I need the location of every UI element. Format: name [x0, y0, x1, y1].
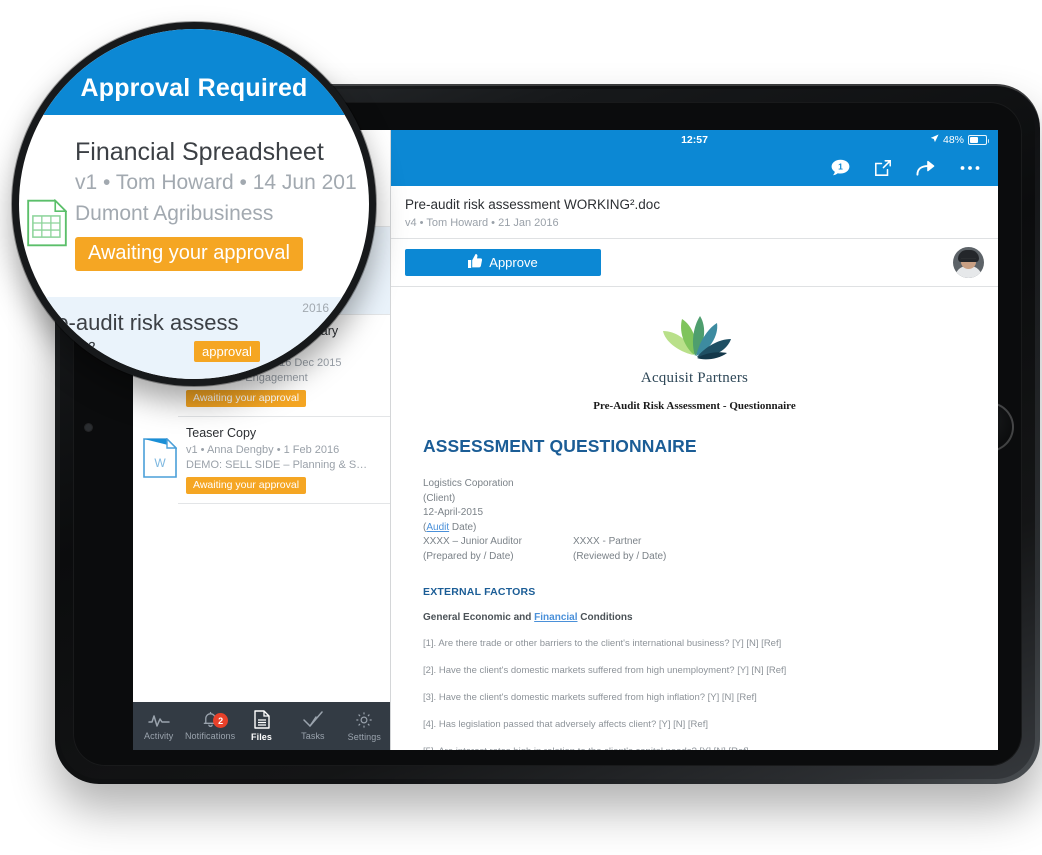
tab-label: Tasks	[301, 731, 325, 741]
magnified-file-name: Financial Spreadsheet	[75, 138, 324, 166]
magnified-next-date: 2016	[302, 301, 329, 315]
activity-pulse-icon	[147, 712, 170, 728]
list-item-meta: Teaser Copy v1 • Anna Dengby • 1 Feb 201…	[186, 426, 378, 494]
avatar[interactable]	[953, 247, 984, 278]
excel-file-icon	[27, 198, 68, 247]
client-line: Logistics Coporation	[423, 478, 514, 489]
approval-required-label: Approval Required	[80, 74, 308, 102]
status-badge: Awaiting your approval	[186, 477, 307, 494]
status-right: 48%	[930, 134, 989, 146]
list-item[interactable]: W Teaser Copy v1 • Anna Dengby • 1 Feb 2…	[133, 416, 390, 503]
approval-required-header: Approval Required	[19, 29, 369, 115]
audit-link[interactable]: Audit	[426, 522, 449, 533]
magnified-file-meta: v1 • Tom Howard • 14 Jun 201	[75, 171, 357, 194]
tab-label: Notifications	[184, 731, 236, 741]
signer-row: (Prepared by / Date) (Reviewed by / Date…	[423, 550, 966, 565]
company-name: Acquisit Partners	[640, 370, 749, 386]
scene: Risk Assessment Summary Findings v3 • To…	[0, 0, 1042, 855]
client-block: Logistics Coporation (Client) 12-April-2…	[423, 477, 966, 564]
document-meta: v4 • Tom Howard • 21 Jan 2016	[405, 217, 559, 229]
approval-bar: Approve	[391, 239, 998, 287]
tab-label: Files	[251, 732, 273, 742]
thumbs-up-icon	[468, 254, 483, 271]
file-version-meta: v1 • Anna Dengby • 1 Feb 2016	[186, 444, 340, 456]
question-item: [4]. Has legislation passed that adverse…	[423, 719, 708, 730]
section-heading: EXTERNAL FACTORS	[423, 586, 536, 598]
client-line: (Client)	[423, 492, 456, 504]
sidebar-item-activity[interactable]: Activity	[133, 712, 184, 741]
share-icon[interactable]	[916, 159, 936, 177]
file-name: Teaser Copy	[186, 426, 257, 440]
subsection-heading: General Economic and Financial Condition…	[423, 612, 633, 623]
sidebar-item-notifications[interactable]: 2 Notifications	[184, 711, 235, 741]
battery-percent-label: 48%	[942, 134, 964, 146]
company-logo: Acquisit Partners	[423, 305, 966, 387]
open-external-icon[interactable]	[874, 159, 892, 177]
financial-link[interactable]: Financial	[534, 612, 577, 623]
question-item: [1]. Are there trade or other barriers t…	[423, 638, 782, 649]
signer-right: (Reviewed by / Date)	[573, 550, 667, 562]
magnified-status-badge: Awaiting your approval	[75, 237, 303, 271]
magnified-next-item[interactable]: 2016 re-audit risk assess ING² approval	[19, 297, 369, 379]
magnified-file-project: Dumont Agribusiness	[75, 202, 274, 225]
signer-left: XXXX – Junior Auditor	[423, 536, 522, 547]
status-badge: Awaiting your approval	[186, 390, 307, 407]
file-icon	[253, 710, 270, 729]
front-camera	[85, 424, 92, 431]
battery-icon	[968, 135, 989, 145]
check-icon	[303, 711, 323, 728]
magnifier-callout: Approval Required Financial Spreadsheet …	[12, 22, 376, 386]
approve-button-label: Approve	[489, 255, 538, 270]
word-file-icon: W	[143, 438, 177, 478]
approve-button[interactable]: Approve	[405, 249, 601, 276]
client-line: 12-April-2015	[423, 507, 484, 518]
sidebar-item-files[interactable]: Files	[236, 710, 287, 742]
document-subtitle: Pre-Audit Risk Assessment - Questionnair…	[593, 400, 796, 412]
audit-date-line: (Audit Date)	[423, 521, 477, 533]
magnified-file-item[interactable]: Financial Spreadsheet v1 • Tom Howard • …	[19, 115, 369, 271]
question-item: [5]. Are interest rates high in relation…	[423, 745, 966, 750]
tab-label: Settings	[347, 731, 381, 742]
document-page: Acquisit Partners Pre-Audit Risk Assessm…	[391, 305, 998, 750]
svg-text:1: 1	[838, 162, 843, 172]
gear-icon	[355, 711, 373, 729]
list-divider	[178, 503, 390, 504]
sidebar-item-tasks[interactable]: Tasks	[287, 711, 338, 741]
sidebar-item-settings[interactable]: Settings	[339, 711, 390, 742]
question-item: [2]. Have the client's domestic markets …	[423, 665, 787, 676]
document-header: Pre-audit risk assessment WORKING².doc v…	[391, 186, 998, 239]
file-project: DEMO: SELL SIDE – Planning & S…	[186, 459, 368, 471]
signer-left: (Prepared by / Date)	[423, 550, 514, 562]
bottom-tab-bar: Activity 2 Notifications Files Tasks Set…	[133, 702, 390, 750]
document-heading: ASSESSMENT QUESTIONNAIRE	[423, 436, 697, 456]
signer-row: XXXX – Junior Auditor XXXX - Partner	[423, 535, 966, 550]
more-options-icon[interactable]	[960, 165, 980, 171]
svg-text:W: W	[154, 456, 166, 470]
comment-icon[interactable]: 1	[831, 159, 850, 177]
status-clock: 12:57	[681, 134, 708, 146]
status-bar: 12:57 48%	[391, 130, 998, 150]
tab-label: Activity	[144, 730, 174, 741]
notification-badge: 2	[213, 713, 229, 728]
viewer-toolbar: 1	[391, 150, 998, 186]
question-item: [3]. Have the client's domestic markets …	[423, 692, 757, 703]
magnified-next-badge: approval	[194, 341, 260, 362]
signer-right: XXXX - Partner	[573, 536, 642, 547]
document-viewer: 12:57 48% 1 Pre-audit risk assessment WO…	[391, 130, 998, 750]
document-canvas[interactable]: Acquisit Partners Pre-Audit Risk Assessm…	[391, 287, 998, 750]
location-arrow-icon	[930, 134, 939, 146]
page-title: Pre-audit risk assessment WORKING².doc	[405, 197, 661, 212]
